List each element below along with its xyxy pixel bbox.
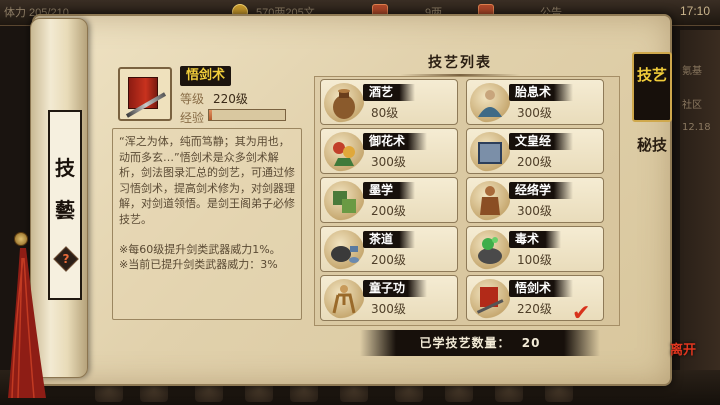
- mechanism-icon: [324, 181, 364, 221]
- skill-card[interactable]: 墨学 200级: [320, 177, 458, 223]
- skill-list-title: 技艺列表: [390, 52, 530, 76]
- selected-skill-icon: [118, 67, 172, 121]
- level-value: 220级: [213, 92, 248, 106]
- skill-card[interactable]: 御花术 300级: [320, 128, 458, 174]
- flower-icon: [324, 132, 364, 172]
- skill-card-name: 文皇经: [509, 133, 574, 150]
- skill-description: “浑之为体，纯而笃静；其为用也，动而多玄…”悟剑术是众多剑术解析，剑法图录汇总的…: [119, 135, 295, 226]
- skill-card[interactable]: 酒艺 80级: [320, 79, 458, 125]
- clock: 17:10: [679, 4, 710, 18]
- teapot-icon: [324, 230, 364, 270]
- skill-notes: ※每60级提升剑类武器威力1%。 ※当前已提升剑类武器威力：3%: [119, 242, 299, 272]
- background-text-3: 12.18: [682, 122, 711, 133]
- skill-card[interactable]: 胎息术 300级: [466, 79, 604, 125]
- leave-button[interactable]: 离开: [666, 344, 700, 374]
- skill-card[interactable]: 毒术 100级: [466, 226, 604, 272]
- skill-card-name: 墨学: [363, 182, 416, 199]
- exp-progress-fill: [209, 110, 213, 120]
- skill-card-name: 御花术: [363, 133, 428, 150]
- skill-card[interactable]: 茶道 200级: [320, 226, 458, 272]
- tab-skills[interactable]: 技艺: [632, 52, 672, 122]
- skill-card[interactable]: 经络学 300级: [466, 177, 604, 223]
- learned-count-bar: 已学技艺数量： 20: [360, 330, 600, 356]
- tab-skills-label: 技艺: [636, 66, 667, 84]
- tab-secrets-label: 秘技: [636, 136, 667, 154]
- skill-card-level: 200级: [371, 204, 406, 218]
- skill-card-level: 80级: [371, 106, 399, 120]
- tassel-knob: [14, 232, 28, 246]
- tassel-decoration: [8, 248, 46, 398]
- checkmark-icon: ✔: [572, 301, 591, 326]
- skill-card-level: 100级: [517, 253, 552, 267]
- meridian-figure-icon: [470, 181, 510, 221]
- skill-card-name: 童子功: [363, 280, 428, 297]
- roller-char-2: 藝: [55, 198, 75, 222]
- skill-card[interactable]: 文皇经 200级: [466, 128, 604, 174]
- roller-char-1: 技: [55, 156, 75, 180]
- skill-card-level: 300级: [371, 302, 406, 316]
- note-bonus-rate: ※每60级提升剑类武器威力1%。: [119, 243, 281, 256]
- selected-skill-name: 悟剑术: [180, 66, 232, 86]
- exp-label: 经验: [180, 111, 205, 125]
- exp-progress-bar: [208, 109, 286, 121]
- skill-card-name: 酒艺: [363, 84, 416, 101]
- background-text-1: 氪基: [682, 66, 702, 77]
- skill-card-level: 300级: [517, 204, 552, 218]
- child-martial-icon: [324, 279, 364, 319]
- note-current-bonus: ※当前已提升剑类武器威力：3%: [119, 258, 278, 271]
- background-text-2: 社区: [682, 100, 702, 111]
- skill-card-name: 经络学: [509, 182, 574, 199]
- scripture-book-icon: [470, 132, 510, 172]
- skill-card-level: 300级: [371, 155, 406, 169]
- skill-card-level: 300级: [517, 106, 552, 120]
- meditating-monk-icon: [470, 83, 510, 123]
- sword-manual-icon: [470, 279, 510, 319]
- skill-card-level: 200级: [371, 253, 406, 267]
- background-side-panel: 氪基 社区 12.18: [680, 30, 720, 370]
- skill-card-name: 毒术: [509, 231, 562, 248]
- skill-card-name: 悟剑术: [509, 280, 574, 297]
- tab-secrets[interactable]: 秘技: [632, 130, 672, 190]
- learned-count-value: 20: [521, 336, 541, 350]
- learned-count-label: 已学技艺数量：: [419, 336, 511, 350]
- skill-card[interactable]: 童子功 300级: [320, 275, 458, 321]
- wine-jar-icon: [324, 83, 364, 123]
- skill-card-level: 220级: [517, 302, 552, 316]
- poison-cauldron-icon: [470, 230, 510, 270]
- skill-card-name: 茶道: [363, 231, 416, 248]
- skill-card-name: 胎息术: [509, 84, 574, 101]
- level-label: 等级: [180, 92, 205, 106]
- skill-card-level: 200级: [517, 155, 552, 169]
